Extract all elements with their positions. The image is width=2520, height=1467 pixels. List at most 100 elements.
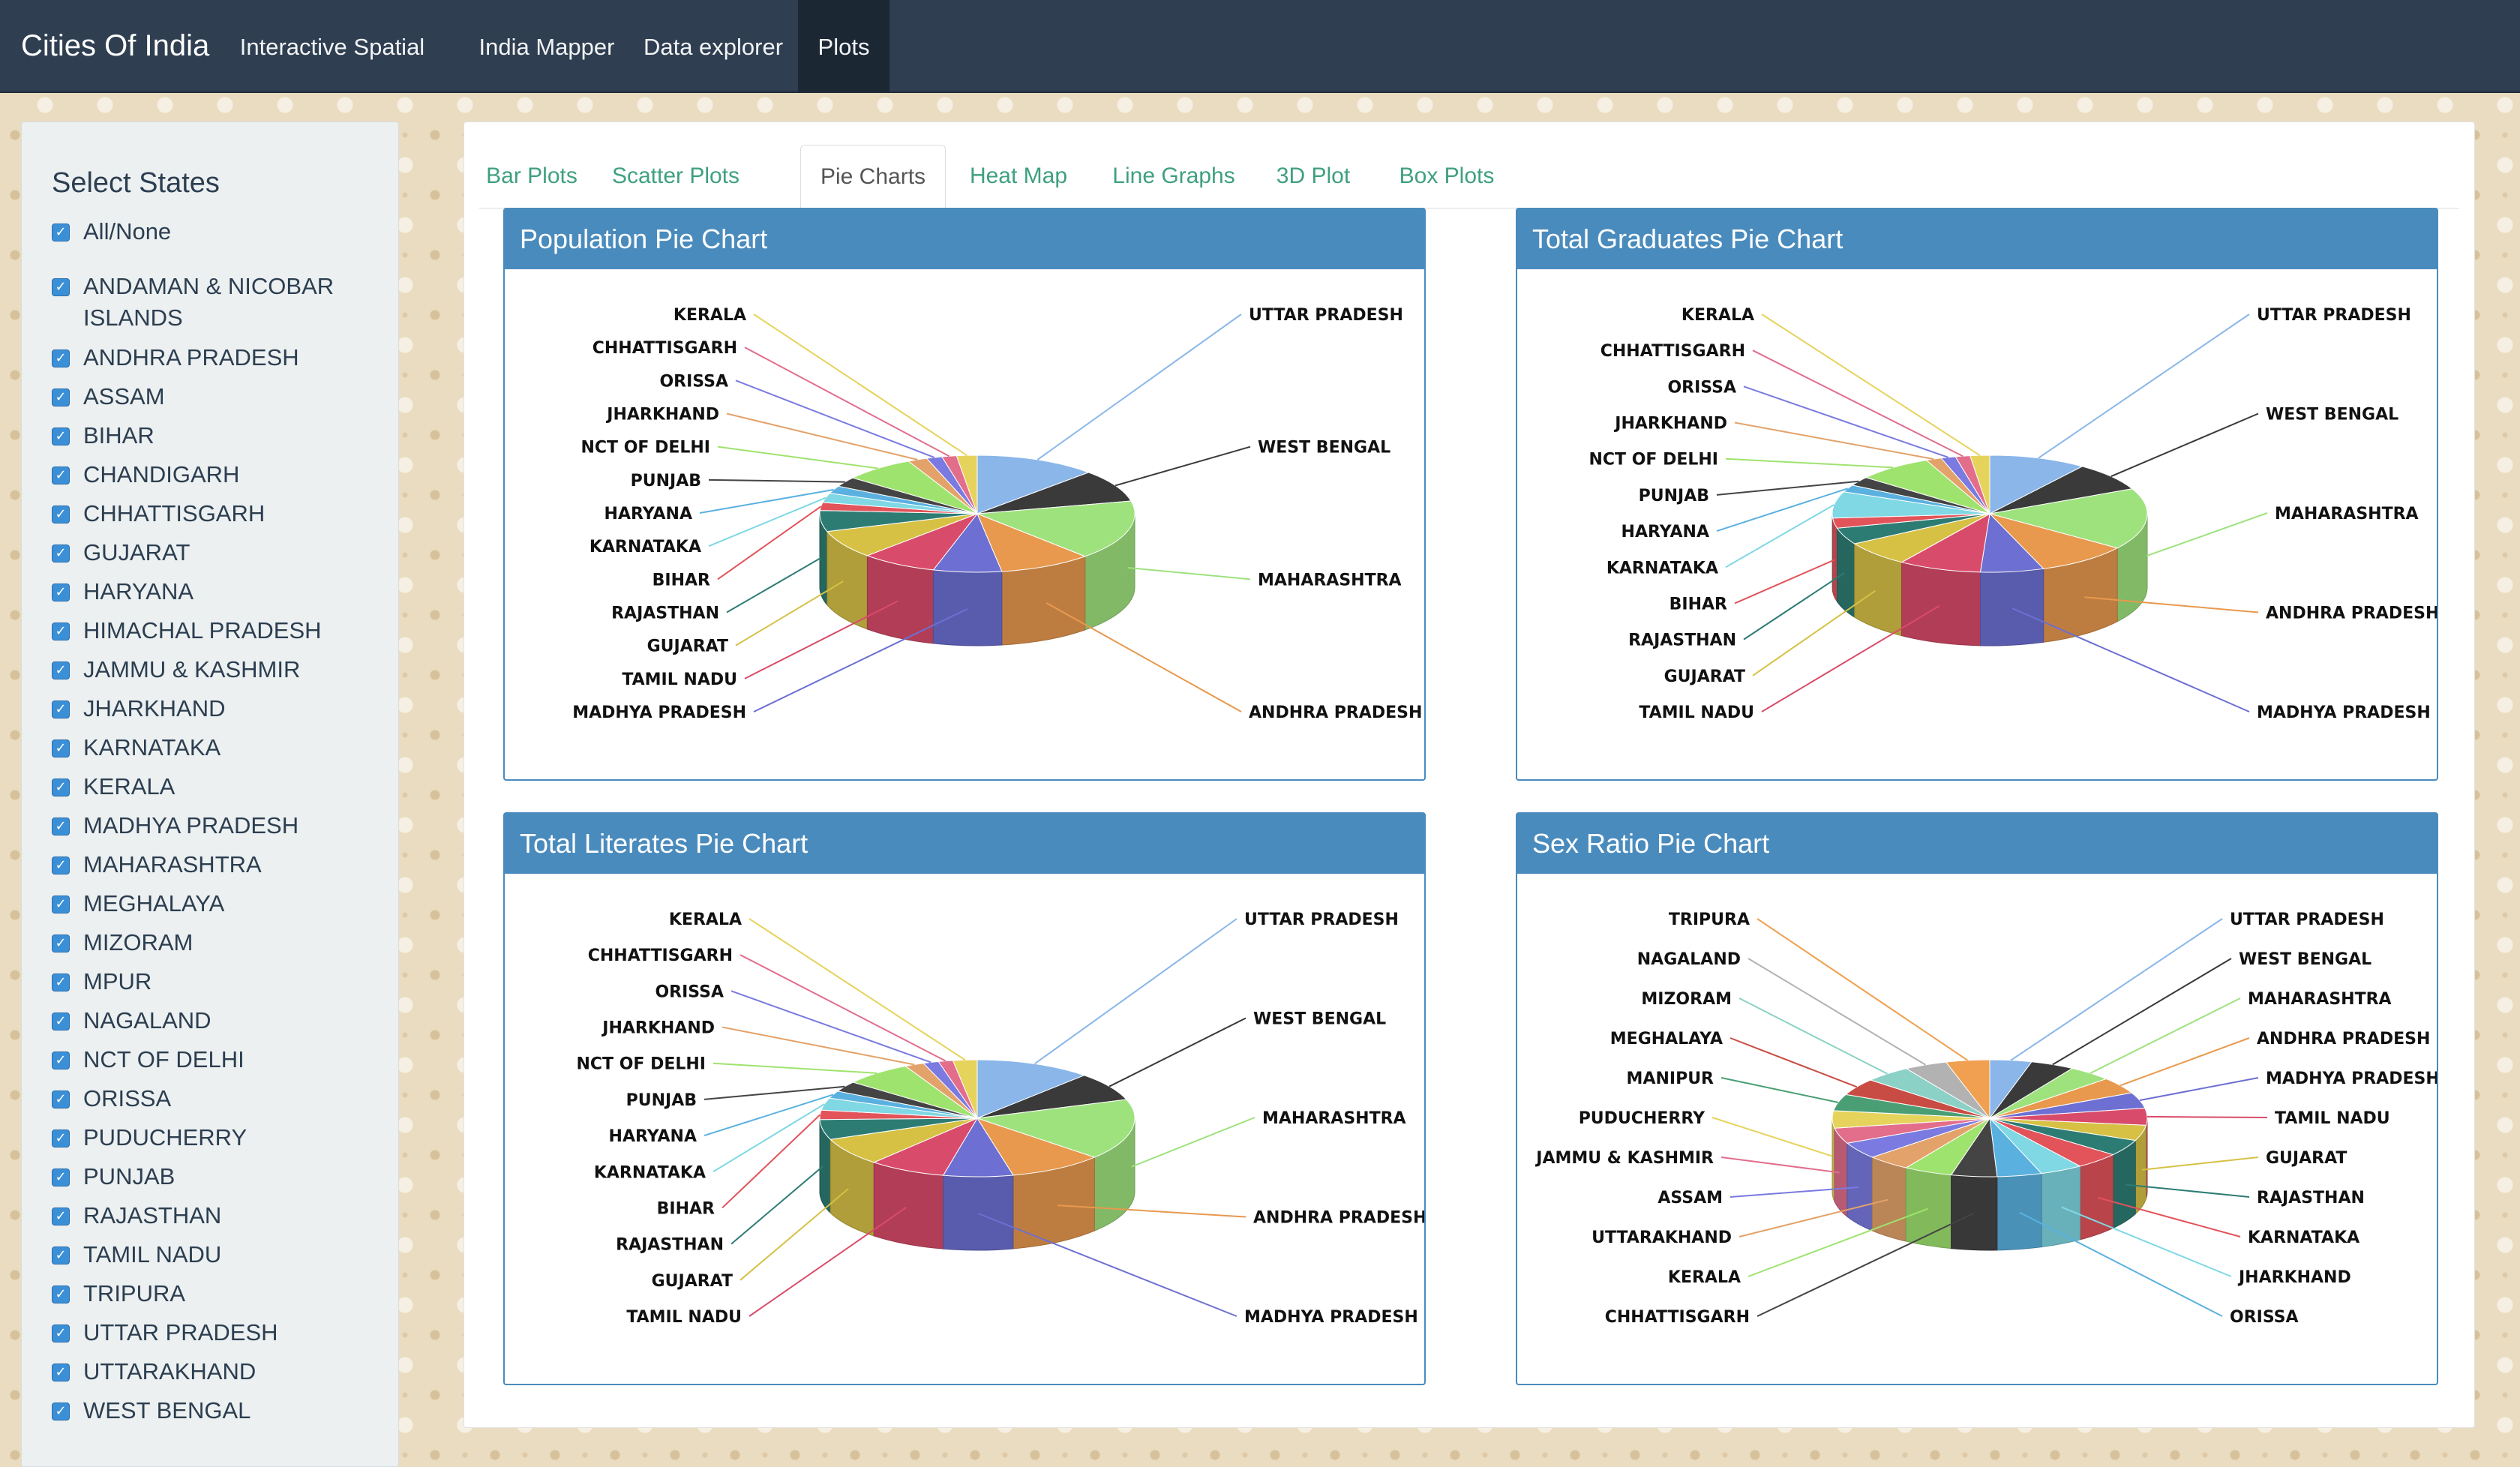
checkbox-checked-icon[interactable]: ✓ [52,1168,70,1186]
pie-slice-side [874,1162,943,1249]
checkbox-checked-icon[interactable]: ✓ [52,740,70,758]
slice-label: WEST BENGAL [1258,439,1390,458]
checkbox-checked-icon[interactable]: ✓ [52,1052,70,1070]
top-navbar: Cities Of India Interactive Spatial map … [0,0,2520,93]
tab-box-plots[interactable]: Box Plots [1379,145,1514,208]
pie-slice-side [1997,1174,2042,1250]
label-leader-line [2120,1038,2249,1085]
slice-label: KARNATAKA [1606,559,1718,578]
state-label: RAJASTHAN [83,1200,398,1232]
slice-label: GUJARAT [2266,1149,2347,1168]
checkbox-checked-icon[interactable]: ✓ [52,544,70,562]
tab-3d-plot[interactable]: 3D Plot [1261,145,1366,208]
checkbox-checked-icon[interactable]: ✓ [52,934,70,952]
slice-label: TAMIL NADU [626,1308,742,1327]
slice-label: MADHYA PRADESH [2257,704,2431,722]
label-leader-line [740,955,946,1060]
label-leader-line [1721,1157,1840,1172]
checkbox-checked-icon[interactable]: ✓ [52,1130,70,1148]
checkbox-checked-icon[interactable]: ✓ [52,974,70,992]
checkbox-checked-icon[interactable]: ✓ [52,622,70,640]
checkbox-checked-icon[interactable]: ✓ [52,1402,70,1420]
label-leader-line [1128,568,1250,579]
slice-label: TRIPURA [1669,910,1750,929]
checkbox-checked-icon[interactable]: ✓ [52,818,70,836]
state-label: TAMIL NADU [83,1239,398,1270]
label-leader-line [978,1214,1237,1316]
checkbox-checked-icon[interactable]: ✓ [52,350,70,368]
checkbox-checked-icon[interactable]: ✓ [52,1208,70,1226]
checkbox-checked-icon[interactable]: ✓ [52,466,70,484]
slice-label: UTTAR PRADESH [2257,306,2411,325]
checkbox-checked-icon[interactable]: ✓ [52,224,70,242]
slice-label: NCT OF DELHI [576,1055,706,1074]
slice-label: CHHATTISGARH [1600,342,1745,361]
slice-label: TAMIL NADU [1639,704,1754,722]
slice-label: BIHAR [1670,595,1727,614]
slice-label: CHHATTISGARH [588,946,733,965]
checkbox-checked-icon[interactable]: ✓ [52,584,70,602]
checkbox-checked-icon[interactable]: ✓ [52,278,70,296]
checkbox-checked-icon[interactable]: ✓ [52,506,70,524]
panel-title: Sex Ratio Pie Chart [1517,814,2437,874]
checkbox-checked-icon[interactable]: ✓ [52,896,70,914]
state-label: HARYANA [83,576,398,608]
slice-label: KARNATAKA [2248,1228,2360,1247]
checkbox-checked-icon[interactable]: ✓ [52,856,70,874]
state-label: ANDAMAN & NICOBAR ISLANDS [83,271,398,334]
state-label: TRIPURA [83,1278,398,1310]
checkbox-checked-icon[interactable]: ✓ [52,1364,70,1382]
checkbox-checked-icon[interactable]: ✓ [52,1246,70,1264]
sex-ratio-pie-chart: UTTAR PRADESHWEST BENGALMAHARASHTRAANDHR… [1517,874,2437,1384]
state-label: MEGHALAYA [83,888,398,920]
tab-line-graphs[interactable]: Line Graphs [1099,145,1249,208]
checkbox-checked-icon[interactable]: ✓ [52,1286,70,1304]
checkbox-checked-icon[interactable]: ✓ [52,700,70,718]
state-label: ORISSA [83,1083,398,1114]
checkbox-checked-icon[interactable]: ✓ [52,662,70,680]
label-leader-line [2090,998,2240,1073]
nav-india-mapper[interactable]: India Mapper [470,0,624,92]
tab-pie-charts[interactable]: Pie Charts [800,145,946,209]
pie-slice-side [933,570,1001,646]
slice-label: HARYANA [604,505,692,524]
state-label: MPUR [83,966,398,998]
checkbox-checked-icon[interactable]: ✓ [52,1324,70,1342]
label-leader-line [1717,482,1858,495]
label-leader-line [1115,447,1250,486]
checkbox-checked-icon[interactable]: ✓ [52,388,70,406]
slice-label: WEST BENGAL [2266,406,2398,424]
slice-label: JHARKHAND [1613,415,1727,434]
tab-heat-map[interactable]: Heat Map [955,145,1082,208]
label-leader-line [1712,1118,1832,1156]
tab-bar-plots[interactable]: Bar Plots [479,145,584,208]
label-leader-line [1046,603,1241,712]
label-leader-line [727,558,821,613]
state-label: KARNATAKA [83,732,398,764]
state-label: NCT OF DELHI [83,1044,398,1076]
literates-pie-chart: UTTAR PRADESHWEST BENGALMAHARASHTRAANDHR… [505,874,1424,1384]
state-label: NAGALAND [83,1005,398,1036]
panel-title: Population Pie Chart [505,209,1424,269]
label-leader-line [1753,350,1963,456]
slice-label: TAMIL NADU [622,670,737,689]
nav-data-explorer[interactable]: Data explorer [642,0,784,92]
slice-label: PUNJAB [631,472,701,490]
checkbox-checked-icon[interactable]: ✓ [52,1012,70,1030]
label-leader-line [1730,1038,1857,1087]
checkbox-checked-icon[interactable]: ✓ [52,778,70,796]
pie-slice-side [1906,1168,1951,1249]
slice-label: MAHARASHTRA [2275,505,2419,524]
checkbox-checked-icon[interactable]: ✓ [52,1090,70,1108]
slice-label: UTTARAKHAND [1592,1228,1732,1247]
pie-slice-side [2113,1141,2135,1228]
brand-title[interactable]: Cities Of India [21,0,209,92]
tab-scatter-plots[interactable]: Scatter Plots [601,145,751,208]
slice-label: PUDUCHERRY [1579,1109,1706,1128]
state-label: MADHYA PRADESH [83,810,398,842]
checkbox-checked-icon[interactable]: ✓ [52,428,70,446]
nav-interactive-spatial-map[interactable]: Interactive Spatial map [216,0,448,92]
nav-plots[interactable]: Plots [798,0,890,92]
label-leader-line [745,347,950,456]
slice-label: ANDHRA PRADESH [1249,704,1422,722]
